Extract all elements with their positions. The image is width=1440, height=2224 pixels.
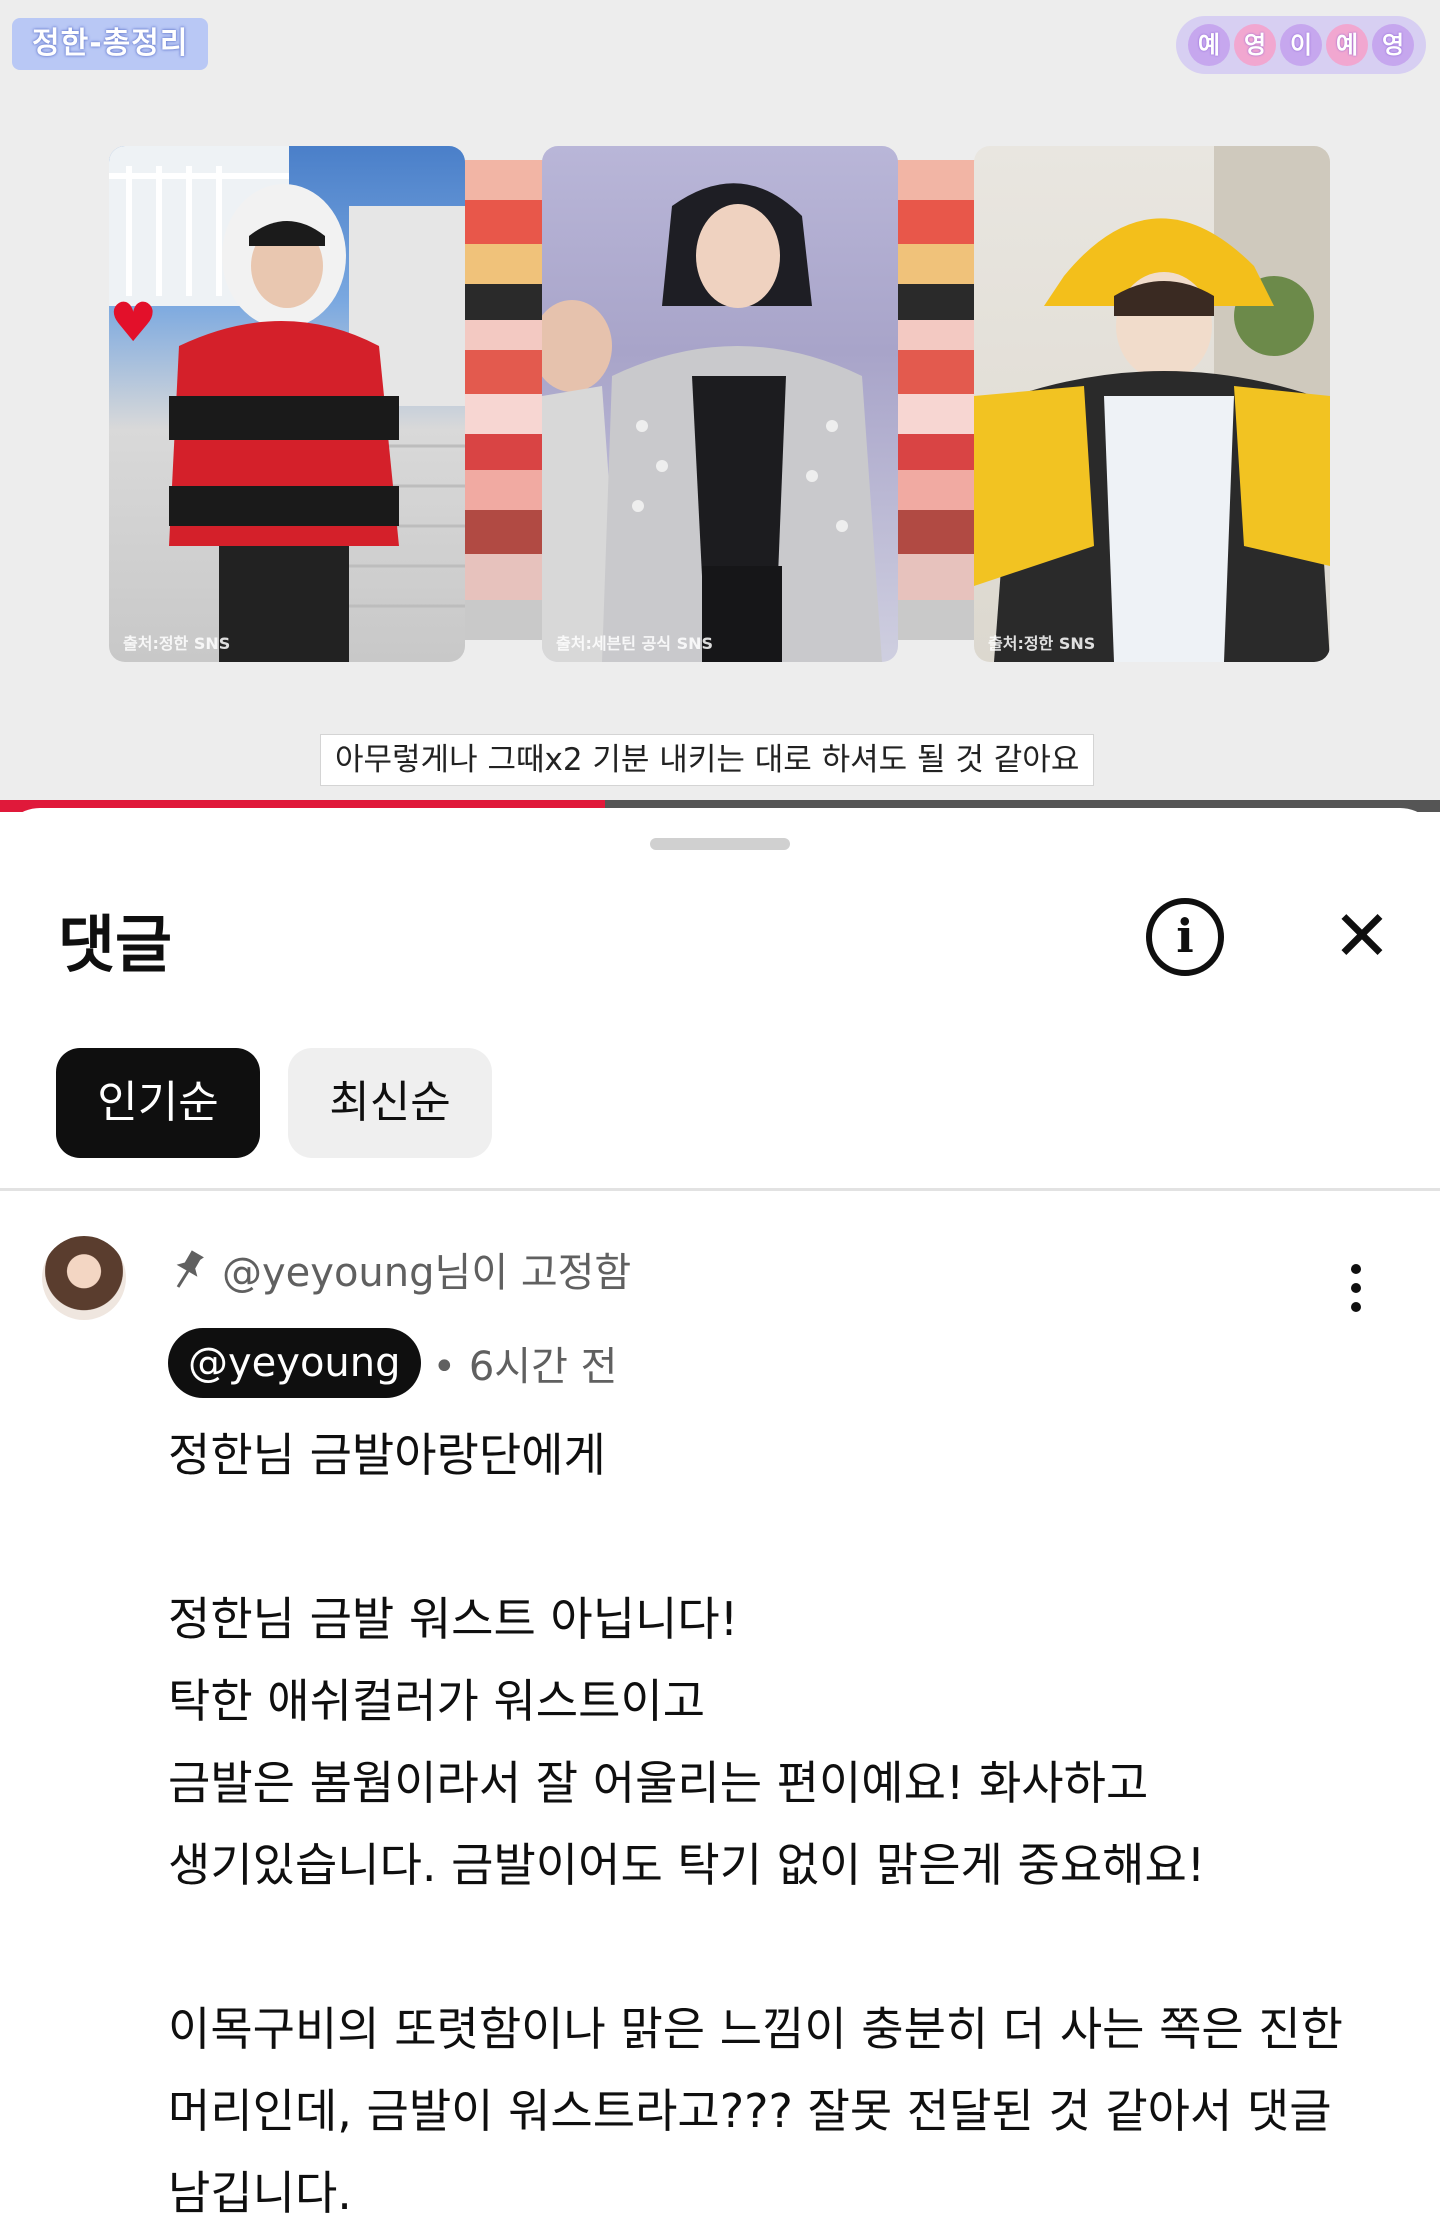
photo-credit: 출처:세븐틴 공식 SNS [556,634,714,653]
comment-author[interactable]: @yeyoung [168,1328,421,1398]
avatar[interactable] [42,1236,126,1320]
creator-badge: 예 영 이 예 영 [1176,16,1426,74]
creator-badge-char: 이 [1280,24,1322,66]
pin-icon [176,1250,204,1288]
drag-handle[interactable] [650,838,790,850]
comment-line: 정한님 금발 워스트 아닙니다! [168,1592,739,1646]
photo-card: 출처:세븐틴 공식 SNS [542,146,898,662]
comment-meta: @yeyoung • 6시간 전 [168,1328,617,1398]
comment-line: 이목구비의 또렷함이나 맑은 느낌이 충분히 더 사는 쪽은 진한 [168,2002,1343,2056]
photo-credit: 출처:정한 SNS [988,634,1096,653]
person-illustration [974,146,1330,662]
person-illustration [109,146,465,662]
comment-line [168,1496,1388,1578]
creator-badge-char: 영 [1234,24,1276,66]
comment-line: 생기있습니다. 금발이어도 탁기 없이 맑은게 중요해요! [168,1838,1206,1892]
comment-time: • 6시간 전 [432,1344,618,1390]
creator-badge-char: 영 [1372,24,1414,66]
comments-title: 댓글 [58,908,173,981]
photo-card: 출처:정한 SNS [974,146,1330,662]
comments-sheet: 댓글 i ✕ 인기순 최신순 @yeyoung님이 고정함 @yeyoung •… [0,808,1440,2224]
photo-credit: 출처:정한 SNS [123,634,231,653]
channel-badge: 정한-총정리 [12,18,209,70]
comment-line: 정한님 금발아랑단에게 [168,1428,606,1482]
divider [0,1188,1440,1191]
comment-line: 남깁니다. [168,2166,352,2220]
sort-tab-newest[interactable]: 최신순 [288,1048,492,1158]
pinned-label: @yeyoung님이 고정함 [222,1250,632,1296]
info-icon[interactable]: i [1146,898,1224,976]
comment-line [168,1906,1388,1988]
pinned-indicator: @yeyoung님이 고정함 [172,1240,631,1298]
comment-text: 정한님 금발아랑단에게 정한님 금발 워스트 아닙니다! 탁한 애쉬컬러가 워스… [168,1414,1388,2224]
person-illustration [542,183,882,662]
creator-badge-char: 예 [1188,24,1230,66]
comment-line: 머리인데, 금발이 워스트라고??? 잘못 전달된 것 같아서 댓글 [168,2084,1332,2138]
video-subtitle: 아무렇게나 그때x2 기분 내키는 대로 하셔도 될 것 같아요 [320,734,1095,786]
sort-tab-popular[interactable]: 인기순 [56,1048,260,1158]
more-vert-icon[interactable] [1336,1258,1376,1318]
comment-line: 금발은 봄웜이라서 잘 어울리는 편이예요! 화사하고 [168,1756,1149,1810]
photo-card: ♥ 출처:정한 SNS [109,146,465,662]
heart-icon: ♥ [109,291,158,354]
video-player[interactable]: 정한-총정리 예 영 이 예 영 ♥ 출처:정한 SNS 출처:세븐틴 공식 S… [0,0,1440,812]
creator-badge-char: 예 [1326,24,1368,66]
close-icon[interactable]: ✕ [1322,896,1402,976]
comment-line: 탁한 애쉬컬러가 워스트이고 [168,1674,706,1728]
